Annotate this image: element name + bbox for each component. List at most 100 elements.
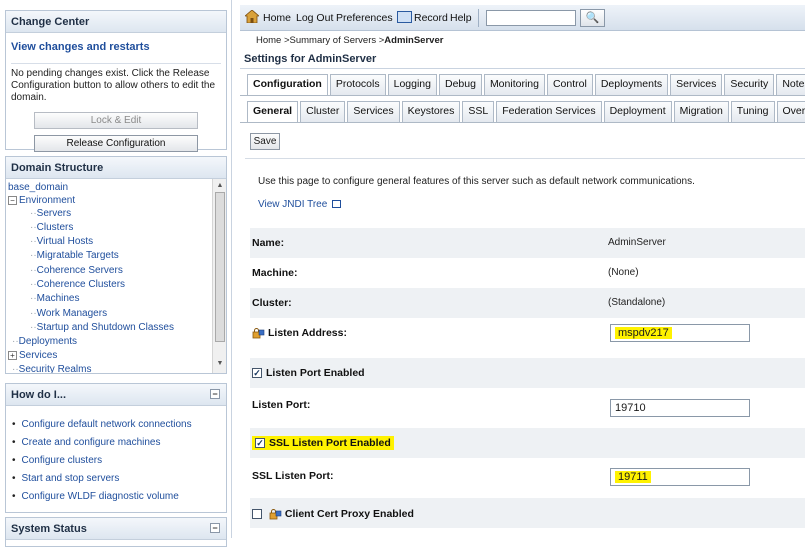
breadcrumb: Home >Summary of Servers >AdminServer — [256, 35, 443, 46]
system-status-title: System Status − — [6, 518, 226, 540]
name-value: AdminServer — [608, 237, 666, 248]
view-jndi-tree-link[interactable]: View JNDI Tree — [258, 199, 342, 210]
listen-address-label: Listen Address: — [268, 327, 347, 339]
save-button[interactable]: Save — [250, 133, 280, 150]
home-icon[interactable] — [245, 10, 259, 23]
change-center-title: Change Center — [6, 11, 226, 33]
subtab-tuning[interactable]: Tuning — [730, 101, 775, 122]
subtab-keystores[interactable]: Keystores — [401, 101, 461, 122]
tree-item-deployments[interactable]: ··Deployments — [12, 335, 77, 348]
view-changes-link[interactable]: View changes and restarts — [11, 41, 226, 53]
tab-services[interactable]: Services — [670, 74, 723, 95]
lock-edit-button[interactable]: Lock & Edit — [34, 112, 198, 129]
domain-structure-title: Domain Structure — [6, 157, 226, 179]
release-configuration-button[interactable]: Release Configuration — [34, 135, 198, 152]
tree-item-clusters[interactable]: ··Clusters — [30, 221, 73, 234]
name-row: Name: AdminServer — [250, 228, 805, 258]
ssl-listen-port-label: SSL Listen Port: — [252, 470, 334, 482]
ssl-listen-port-enabled-checkbox[interactable]: ✓ — [255, 438, 265, 449]
tree-item-work-managers[interactable]: ··Work Managers — [30, 307, 107, 320]
tree-item-startup-shutdown[interactable]: ··Startup and Shutdown Classes — [30, 321, 174, 334]
scroll-down-icon[interactable]: ▼ — [215, 359, 225, 369]
preferences-link[interactable]: Preferences — [336, 12, 393, 24]
expand-icon[interactable]: + — [8, 350, 17, 360]
subtab-overload[interactable]: Overlo — [776, 101, 805, 122]
tree-item-base-domain[interactable]: base_domain — [8, 181, 68, 194]
collapse-icon[interactable]: − — [8, 195, 17, 205]
subtab-migration[interactable]: Migration — [673, 101, 729, 122]
how-do-i-item[interactable]: Start and stop servers — [12, 470, 226, 488]
tab-debug[interactable]: Debug — [438, 74, 482, 95]
scroll-thumb[interactable] — [215, 192, 225, 342]
ssl-listen-port-input[interactable]: 19711 — [610, 468, 750, 486]
tree-item-machines[interactable]: ··Machines — [30, 292, 79, 305]
subtab-general[interactable]: General — [247, 101, 299, 122]
lock-icon — [252, 327, 265, 339]
subtab-federation-services[interactable]: Federation Services — [496, 101, 602, 122]
ssl-enabled-row: ✓ SSL Listen Port Enabled — [250, 428, 805, 458]
lock-icon — [269, 508, 282, 520]
ssl-listen-port-row: SSL Listen Port: 19711 — [250, 462, 805, 492]
cluster-row: Cluster: (Standalone) — [250, 288, 805, 318]
tree-item-coherence-servers[interactable]: ··Coherence Servers — [30, 264, 123, 277]
machine-value: (None) — [608, 267, 639, 278]
cluster-label: Cluster: — [252, 297, 292, 309]
tree-item-servers[interactable]: ··Servers — [30, 207, 71, 220]
help-link[interactable]: Help — [450, 12, 472, 24]
tab-protocols[interactable]: Protocols — [329, 74, 386, 95]
tab-deployments[interactable]: Deployments — [594, 74, 669, 95]
tab-monitoring[interactable]: Monitoring — [483, 74, 545, 95]
tree-item-services[interactable]: + Services — [8, 349, 57, 362]
record-link[interactable]: Record — [414, 12, 448, 24]
client-cert-row: Client Cert Proxy Enabled — [250, 498, 805, 528]
tree-item-virtual-hosts[interactable]: ··Virtual Hosts — [30, 235, 93, 248]
tree-item-environment[interactable]: − Environment — [8, 194, 75, 207]
search-icon[interactable]: 🔍 — [580, 9, 605, 27]
divider — [245, 158, 805, 159]
tree-item-security-realms[interactable]: ··Security Realms — [12, 363, 91, 373]
tab-control[interactable]: Control — [546, 74, 593, 95]
main-content: Home Log Out Preferences Record Help 🔍 H… — [240, 0, 805, 538]
listen-address-input[interactable]: mspdv217 — [610, 324, 750, 342]
record-icon[interactable] — [397, 11, 412, 23]
how-do-i-item[interactable]: Configure clusters — [12, 452, 226, 470]
how-do-i-item[interactable]: Create and configure machines — [12, 434, 226, 452]
subtab-cluster[interactable]: Cluster — [300, 101, 346, 122]
tab-logging[interactable]: Logging — [387, 74, 437, 95]
listen-port-input[interactable]: 19710 — [610, 399, 750, 417]
subtab-services[interactable]: Services — [347, 101, 400, 122]
subtab-deployment[interactable]: Deployment — [603, 101, 672, 122]
name-label: Name: — [252, 237, 285, 249]
domain-structure-panel: Domain Structure base_domain − Environmen… — [5, 156, 227, 374]
tree-item-migratable-targets[interactable]: ··Migratable Targets — [30, 249, 119, 262]
tree-item-coherence-clusters[interactable]: ··Coherence Clusters — [30, 278, 125, 291]
search-input[interactable] — [486, 10, 576, 26]
listen-port-enabled-checkbox[interactable]: ✓ — [252, 368, 262, 379]
tree-scrollbar[interactable]: ▲ ▼ — [212, 179, 226, 373]
client-cert-proxy-checkbox[interactable] — [252, 509, 262, 520]
listen-port-label: Listen Port: — [252, 399, 311, 411]
system-status-panel: System Status − — [5, 517, 227, 547]
how-do-i-item[interactable]: Configure WLDF diagnostic volume — [12, 488, 226, 506]
divider — [240, 122, 805, 123]
page-description: Use this page to configure general featu… — [258, 176, 695, 187]
subtab-ssl[interactable]: SSL — [462, 101, 495, 122]
logout-link[interactable]: Log Out — [296, 12, 333, 24]
listen-address-row: Listen Address: mspdv217 — [250, 318, 805, 348]
client-cert-proxy-label: Client Cert Proxy Enabled — [284, 508, 414, 520]
how-do-i-item[interactable]: Configure default network connections — [12, 416, 226, 434]
divider — [240, 68, 805, 69]
collapse-icon[interactable]: − — [210, 389, 220, 399]
tab-security[interactable]: Security — [724, 74, 775, 95]
machine-row: Machine: (None) — [250, 258, 805, 288]
tab-configuration[interactable]: Configuration — [247, 74, 328, 95]
top-toolbar: Home Log Out Preferences Record Help 🔍 — [240, 5, 805, 31]
external-link-icon — [332, 200, 342, 209]
tab-notes[interactable]: Notes — [776, 74, 805, 95]
scroll-up-icon[interactable]: ▲ — [215, 181, 225, 191]
collapse-icon[interactable]: − — [210, 523, 220, 533]
change-center-panel: Change Center View changes and restarts … — [5, 10, 227, 152]
breadcrumb-path[interactable]: Home >Summary of Servers > — [256, 35, 384, 46]
page-title: Settings for AdminServer — [244, 53, 377, 65]
home-link[interactable]: Home — [263, 12, 291, 24]
